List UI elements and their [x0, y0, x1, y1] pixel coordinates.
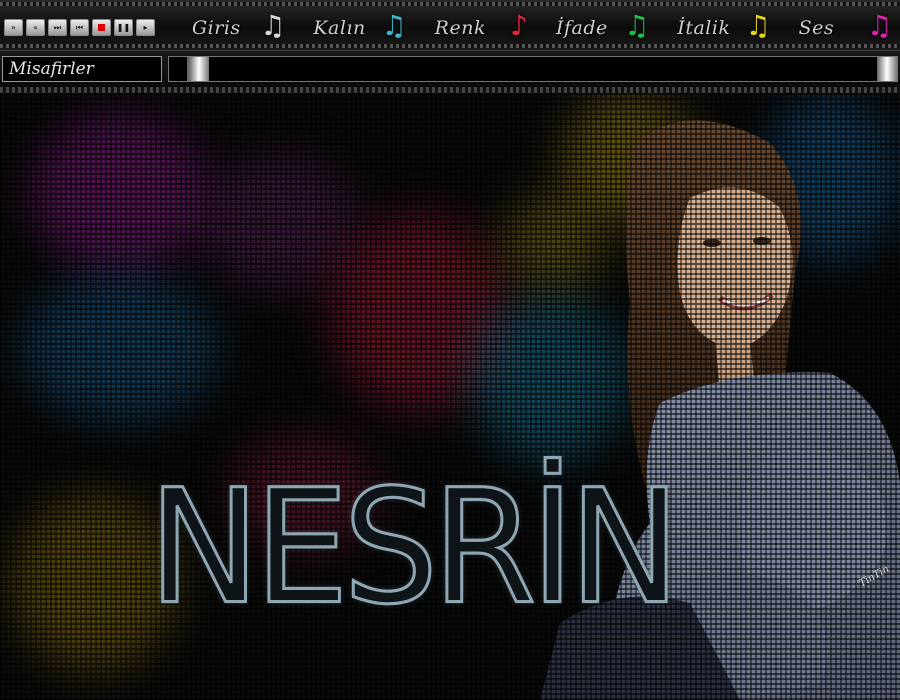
- menu-item-ifade[interactable]: İfade ♫: [536, 10, 657, 46]
- ticker-divider: [187, 57, 189, 81]
- music-note-icon: ♫: [260, 9, 286, 42]
- menu-item-label: Ses: [798, 17, 835, 39]
- top-toolbar: » « ⏭ ⏮ ❚❚ ▸ Giris ♫ Kalın ♫ Renk ♪ İfad…: [0, 0, 900, 51]
- ticker-left-handle[interactable]: [189, 57, 209, 81]
- fast-forward-icon: »: [11, 22, 16, 32]
- nav-menu: Giris ♫ Kalın ♫ Renk ♪ İfade ♫ İtalik ♫ …: [172, 10, 900, 46]
- menu-item-italik[interactable]: İtalik ♫: [657, 10, 778, 46]
- media-controls: » « ⏭ ⏮ ❚❚ ▸: [4, 19, 155, 36]
- menu-item-renk[interactable]: Renk ♪: [415, 10, 536, 46]
- stop-icon: [98, 24, 105, 31]
- fast-forward-button[interactable]: »: [4, 19, 23, 36]
- play-icon: ▸: [143, 22, 148, 32]
- menu-item-label: Renk: [434, 17, 486, 39]
- music-note-icon: ♪: [510, 9, 528, 42]
- stop-button[interactable]: [92, 19, 111, 36]
- menu-item-kalin[interactable]: Kalın ♫: [293, 10, 414, 46]
- menu-item-label: Kalın: [313, 17, 366, 39]
- menu-item-label: İfade: [555, 17, 608, 39]
- next-icon: ⏭: [53, 22, 62, 32]
- pause-button[interactable]: ❚❚: [114, 19, 133, 36]
- rewind-button[interactable]: «: [26, 19, 45, 36]
- banner-title: NESRİN: [147, 456, 683, 640]
- menu-item-label: İtalik: [677, 17, 731, 39]
- play-button[interactable]: ▸: [136, 19, 155, 36]
- music-note-icon: ♫: [624, 9, 650, 42]
- music-note-icon: ♫: [866, 9, 892, 42]
- pause-icon: ❚❚: [116, 22, 131, 32]
- previous-icon: ⏮: [75, 22, 84, 32]
- previous-button[interactable]: ⏮: [70, 19, 89, 36]
- menu-item-label: Giris: [192, 17, 241, 39]
- menu-item-ses[interactable]: Ses ♫: [779, 10, 900, 46]
- rewind-icon: «: [33, 22, 38, 32]
- ticker-right-handle[interactable]: [877, 57, 897, 81]
- next-button[interactable]: ⏭: [48, 19, 67, 36]
- secondary-bar: Misafirler: [0, 51, 900, 90]
- menu-item-giris[interactable]: Giris ♫: [172, 10, 293, 46]
- main-banner: TinTin NESRİN: [0, 93, 900, 700]
- guests-button[interactable]: Misafirler: [2, 56, 162, 82]
- music-note-icon: ♫: [745, 9, 771, 42]
- ticker-track: [168, 56, 898, 82]
- music-note-icon: ♫: [381, 9, 407, 42]
